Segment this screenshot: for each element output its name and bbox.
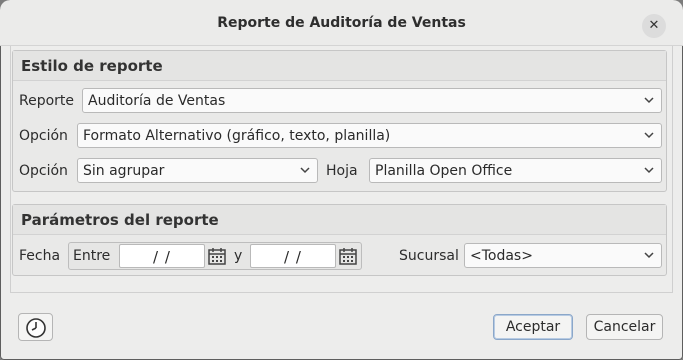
dialog-window: Reporte de Auditoría de Ventas ✕ Estilo … bbox=[0, 0, 683, 360]
branch-select[interactable]: <Todas> bbox=[464, 243, 662, 268]
and-label: y bbox=[234, 248, 243, 264]
sheet-label: Hoja bbox=[326, 163, 358, 179]
chevron-down-icon bbox=[644, 97, 654, 104]
chevron-down-icon bbox=[644, 132, 654, 139]
calendar-icon[interactable] bbox=[338, 246, 358, 266]
report-params-title: Parámetros del reporte bbox=[21, 211, 219, 229]
option2-label: Opción bbox=[19, 163, 68, 179]
cancel-button[interactable]: Cancelar bbox=[586, 314, 663, 340]
format-option-value: Formato Alternativo (gráfico, texto, pla… bbox=[83, 128, 391, 144]
chevron-down-icon bbox=[300, 167, 310, 174]
close-button[interactable]: ✕ bbox=[642, 14, 666, 38]
option1-label: Opción bbox=[19, 128, 68, 144]
chevron-down-icon bbox=[644, 167, 654, 174]
report-select[interactable]: Auditoría de Ventas bbox=[82, 88, 662, 113]
chevron-down-icon bbox=[644, 252, 654, 259]
clock-icon bbox=[26, 318, 46, 338]
date-label: Fecha bbox=[19, 248, 61, 264]
report-params-header: Parámetros del reporte bbox=[13, 205, 666, 235]
history-button[interactable] bbox=[18, 313, 53, 341]
date-from-input[interactable]: / / bbox=[119, 244, 205, 268]
branch-value: <Todas> bbox=[470, 248, 533, 264]
footer-divider bbox=[10, 292, 673, 293]
between-label: Entre bbox=[73, 248, 111, 264]
report-style-header: Estilo de reporte bbox=[13, 51, 666, 81]
accept-button[interactable]: Aceptar bbox=[493, 314, 573, 340]
title-bar: Reporte de Auditoría de Ventas ✕ bbox=[0, 0, 683, 46]
format-option-select[interactable]: Formato Alternativo (gráfico, texto, pla… bbox=[77, 123, 662, 148]
date-from-value: / / bbox=[153, 248, 171, 266]
sheet-select[interactable]: Planilla Open Office bbox=[369, 158, 662, 183]
grouping-select[interactable]: Sin agrupar bbox=[77, 158, 318, 183]
report-style-title: Estilo de reporte bbox=[21, 57, 163, 75]
date-to-value: / / bbox=[284, 248, 302, 266]
report-select-value: Auditoría de Ventas bbox=[88, 93, 226, 109]
grouping-value: Sin agrupar bbox=[83, 163, 165, 179]
branch-label: Sucursal bbox=[399, 248, 459, 264]
date-to-input[interactable]: / / bbox=[250, 244, 336, 268]
window-title: Reporte de Auditoría de Ventas bbox=[217, 15, 466, 31]
calendar-icon[interactable] bbox=[207, 246, 227, 266]
sheet-value: Planilla Open Office bbox=[375, 163, 513, 179]
date-range-group: Entre / / y / / bbox=[68, 242, 362, 270]
report-label: Reporte bbox=[19, 93, 75, 109]
close-icon: ✕ bbox=[648, 18, 660, 33]
